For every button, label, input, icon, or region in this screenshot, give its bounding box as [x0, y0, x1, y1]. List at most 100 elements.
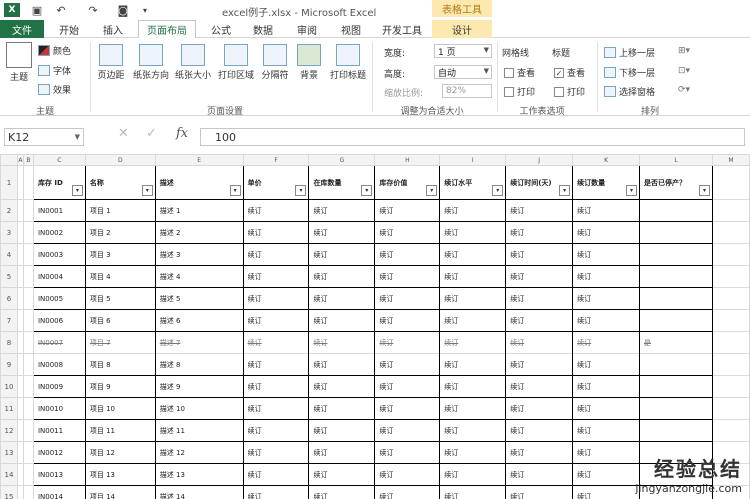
cell[interactable]	[22, 243, 34, 266]
table-cell[interactable]: IN0009	[32, 375, 86, 398]
table-cell[interactable]: 续订	[242, 375, 310, 398]
filter-dropdown-icon[interactable]: ▾	[626, 185, 638, 196]
tab-formulas[interactable]: 公式	[204, 20, 238, 38]
table-cell[interactable]	[639, 221, 713, 244]
table-cell[interactable]: 续订	[505, 309, 574, 332]
table-cell[interactable]: IN0013	[32, 463, 86, 486]
table-cell[interactable]: 续订	[505, 331, 574, 354]
table-cell[interactable]: 续订	[439, 199, 507, 222]
cell[interactable]	[711, 243, 750, 266]
table-cell[interactable]	[639, 309, 713, 332]
table-cell[interactable]: 续订	[242, 309, 310, 332]
column-header-k[interactable]: K	[572, 154, 641, 166]
table-cell[interactable]: 续订	[439, 485, 507, 499]
theme-colors-button[interactable]: 颜色	[38, 44, 71, 57]
table-cell[interactable]: IN0003	[32, 243, 86, 266]
table-cell[interactable]: 续订	[439, 243, 507, 266]
cell[interactable]	[22, 165, 34, 200]
table-cell[interactable]: 续订	[572, 265, 641, 288]
table-cell[interactable]: 描述 5	[154, 287, 244, 310]
row-header[interactable]: 3	[0, 221, 18, 244]
table-cell[interactable]: 描述 4	[154, 265, 244, 288]
column-header-j[interactable]: J	[505, 154, 574, 166]
cell[interactable]	[711, 265, 750, 288]
group-icon[interactable]: ⊡▾	[678, 66, 690, 76]
table-cell[interactable]: 续订	[439, 375, 507, 398]
table-header-cell[interactable]: 续订水平 ▾	[439, 165, 507, 200]
table-cell[interactable]: 续订	[505, 265, 574, 288]
table-cell[interactable]: 续订	[505, 353, 574, 376]
table-cell[interactable]: 续订	[308, 331, 376, 354]
table-cell[interactable]: 项目 8	[84, 353, 156, 376]
cell[interactable]	[22, 441, 34, 464]
width-select[interactable]: 1 页 ▼	[434, 44, 492, 58]
select-all-button[interactable]	[0, 154, 18, 166]
table-header-cell[interactable]: 库存 ID ▾	[32, 165, 86, 200]
table-cell[interactable]: 描述 7	[154, 331, 244, 354]
table-cell[interactable]: 描述 9	[154, 375, 244, 398]
table-header-cell[interactable]: 库存价值 ▾	[374, 165, 441, 200]
table-cell[interactable]: IN0004	[32, 265, 86, 288]
cell[interactable]	[711, 353, 750, 376]
table-cell[interactable]: 续订	[308, 441, 376, 464]
table-cell[interactable]: 续订	[308, 375, 376, 398]
table-cell[interactable]: 描述 1	[154, 199, 244, 222]
cell[interactable]	[22, 287, 34, 310]
table-header-cell[interactable]: 是否已停产？ ▾	[639, 165, 713, 200]
cell[interactable]	[711, 165, 750, 200]
row-header[interactable]: 11	[0, 397, 18, 420]
table-cell[interactable]: 续订	[439, 287, 507, 310]
table-cell[interactable]: 续订	[374, 419, 441, 442]
cell[interactable]	[711, 375, 750, 398]
table-cell[interactable]: 项目 11	[84, 419, 156, 442]
table-cell[interactable]: 续订	[572, 353, 641, 376]
table-cell[interactable]: 续订	[242, 397, 310, 420]
background-button[interactable]: 背景	[294, 44, 324, 81]
table-cell[interactable]: 续订	[505, 485, 574, 499]
column-header-e[interactable]: E	[154, 154, 244, 166]
cell[interactable]	[711, 397, 750, 420]
table-cell[interactable]: 续订	[242, 485, 310, 499]
table-cell[interactable]: IN0011	[32, 419, 86, 442]
selection-pane-button[interactable]: 选择窗格	[604, 85, 655, 98]
table-cell[interactable]: 续订	[308, 397, 376, 420]
table-cell[interactable]: 续订	[439, 265, 507, 288]
table-cell[interactable]: 续订	[242, 441, 310, 464]
table-cell[interactable]: 项目 14	[84, 485, 156, 499]
table-cell[interactable]: 续订	[505, 375, 574, 398]
customize-qat-icon[interactable]: ▾	[140, 3, 150, 17]
table-cell[interactable]: 续订	[242, 199, 310, 222]
undo-icon[interactable]: ↶	[54, 3, 68, 17]
column-header-i[interactable]: I	[439, 154, 507, 166]
orientation-button[interactable]: 纸张方向	[130, 44, 172, 81]
print-titles-button[interactable]: 打印标题	[326, 44, 370, 81]
table-cell[interactable]: 续订	[505, 221, 574, 244]
table-cell[interactable]: 项目 7	[84, 331, 156, 354]
column-header-b[interactable]: B	[22, 154, 34, 166]
table-cell[interactable]: IN0010	[32, 397, 86, 420]
cell[interactable]	[711, 331, 750, 354]
row-header[interactable]: 2	[0, 199, 18, 222]
table-cell[interactable]: IN0012	[32, 441, 86, 464]
margins-button[interactable]: 页边距	[94, 44, 128, 81]
row-header[interactable]: 7	[0, 309, 18, 332]
table-cell[interactable]: 续订	[439, 441, 507, 464]
table-cell[interactable]: 描述 2	[154, 221, 244, 244]
tab-design[interactable]: 设计	[432, 20, 492, 38]
table-cell[interactable]: 续订	[308, 287, 376, 310]
table-cell[interactable]: 描述 10	[154, 397, 244, 420]
table-cell[interactable]: 续订	[242, 331, 310, 354]
table-cell[interactable]: 续订	[242, 463, 310, 486]
row-header[interactable]: 9	[0, 353, 18, 376]
table-cell[interactable]: 续订	[242, 221, 310, 244]
table-cell[interactable]: 续订	[439, 353, 507, 376]
column-header-l[interactable]: L	[639, 154, 713, 166]
filter-dropdown-icon[interactable]: ▾	[71, 185, 83, 196]
table-cell[interactable]: 续订	[505, 419, 574, 442]
headings-view-checkbox[interactable]: ✓ 查看	[554, 66, 585, 79]
table-cell[interactable]: 续订	[572, 331, 641, 354]
table-cell[interactable]: 续订	[374, 331, 441, 354]
table-cell[interactable]: 续订	[505, 397, 574, 420]
row-header[interactable]: 13	[0, 441, 18, 464]
table-cell[interactable]: 续订	[439, 221, 507, 244]
